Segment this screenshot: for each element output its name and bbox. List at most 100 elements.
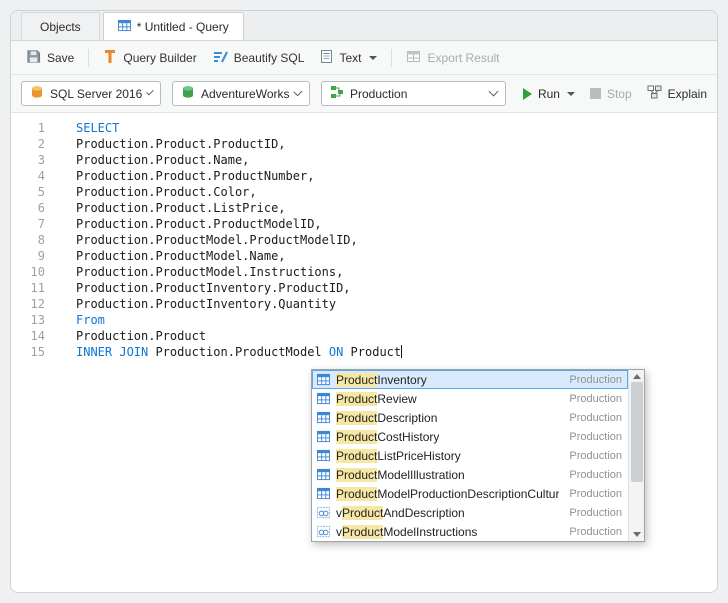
connection-select[interactable]: SQL Server 2016 — [21, 81, 161, 106]
query-builder-button[interactable]: Query Builder — [96, 45, 203, 71]
tab-objects-label: Objects — [40, 20, 81, 34]
code-line[interactable]: Production.ProductModel.Name, — [76, 248, 402, 264]
save-label: Save — [47, 51, 74, 65]
code-line[interactable]: Production.Product.ListPrice, — [76, 200, 402, 216]
query-builder-icon — [103, 49, 117, 67]
save-icon — [26, 49, 41, 67]
code-line[interactable]: Production.Product.Color, — [76, 184, 402, 200]
autocomplete-popup: ProductInventoryProductionProductReviewP… — [311, 369, 645, 542]
scroll-thumb[interactable] — [631, 382, 643, 482]
code-line[interactable]: Production.Product — [76, 328, 402, 344]
sql-keyword: From — [76, 313, 105, 327]
sql-text: Production.Product.ProductNumber, — [76, 169, 314, 183]
view-icon — [317, 525, 330, 538]
autocomplete-item-name: ProductModelProductionDescriptionCulture — [336, 487, 559, 501]
sql-keyword: SELECT — [76, 121, 119, 135]
autocomplete-item-name: ProductInventory — [336, 373, 427, 387]
schema-select[interactable]: Production — [321, 81, 506, 106]
match-highlight: Product — [336, 373, 377, 387]
line-number: 5 — [11, 184, 45, 200]
explain-icon — [647, 85, 662, 102]
tab-objects[interactable]: Objects — [21, 12, 100, 40]
run-button[interactable]: Run — [523, 87, 575, 101]
sql-text: Product — [343, 345, 401, 359]
sql-text: Production.ProductModel — [148, 345, 329, 359]
line-number: 6 — [11, 200, 45, 216]
autocomplete-item[interactable]: ProductCostHistoryProduction — [312, 427, 628, 446]
autocomplete-item-name: ProductReview — [336, 392, 417, 406]
sql-keyword: ON — [329, 345, 343, 359]
export-result-button: Export Result — [399, 45, 506, 71]
connection-bar: SQL Server 2016 AdventureWorks Productio… — [11, 75, 717, 113]
code-line[interactable]: Production.Product.ProductID, — [76, 136, 402, 152]
autocomplete-item[interactable]: ProductInventoryProduction — [312, 370, 628, 389]
line-number: 1 — [11, 120, 45, 136]
autocomplete-item[interactable]: vProductAndDescriptionProduction — [312, 503, 628, 522]
autocomplete-item[interactable]: ProductListPriceHistoryProduction — [312, 446, 628, 465]
match-highlight: Product — [336, 449, 377, 463]
sql-text: Production.ProductModel.Name, — [76, 249, 286, 263]
autocomplete-item[interactable]: ProductReviewProduction — [312, 389, 628, 408]
connection-select-value: SQL Server 2016 — [50, 87, 142, 101]
sql-text: Production.ProductInventory.Quantity — [76, 297, 336, 311]
beautify-sql-button[interactable]: Beautify SQL — [206, 45, 312, 71]
line-number: 12 — [11, 296, 45, 312]
line-numbers: 123456789101112131415 — [11, 113, 63, 592]
autocomplete-scrollbar[interactable] — [628, 370, 644, 541]
database-select[interactable]: AdventureWorks — [172, 81, 310, 106]
code-line[interactable]: SELECT — [76, 120, 402, 136]
code-line[interactable]: Production.ProductInventory.Quantity — [76, 296, 402, 312]
sql-text: Production.ProductModel.Instructions, — [76, 265, 343, 279]
autocomplete-item[interactable]: ProductDescriptionProduction — [312, 408, 628, 427]
code-line[interactable]: Production.Product.ProductNumber, — [76, 168, 402, 184]
code-line[interactable]: Production.ProductModel.ProductModelID, — [76, 232, 402, 248]
autocomplete-item-name: vProductModelInstructions — [336, 525, 477, 539]
table-icon — [317, 468, 330, 481]
line-number: 3 — [11, 152, 45, 168]
scroll-track[interactable] — [631, 382, 643, 529]
match-highlight: Product — [336, 468, 377, 482]
schema-icon — [330, 85, 344, 102]
chevron-down-icon — [488, 87, 498, 97]
tab-bar: Objects * Untitled - Query — [11, 11, 717, 41]
query-builder-label: Query Builder — [123, 51, 196, 65]
match-highlight: Product — [336, 411, 377, 425]
code-line[interactable]: INNER JOIN Production.ProductModel ON Pr… — [76, 344, 402, 360]
table-icon — [118, 19, 131, 35]
table-icon — [317, 411, 330, 424]
line-number: 7 — [11, 216, 45, 232]
toolbar: Save Query Builder Beautify SQL Text — [11, 41, 717, 75]
explain-button[interactable]: Explain — [647, 85, 707, 102]
stop-icon — [590, 88, 601, 99]
stop-label: Stop — [607, 87, 632, 101]
scroll-up-arrow-icon[interactable] — [633, 374, 641, 379]
text-document-icon — [320, 49, 333, 67]
sql-text: Production.Product.ProductID, — [76, 137, 286, 151]
chevron-down-icon — [369, 56, 377, 60]
autocomplete-item[interactable]: ProductModelIllustrationProduction — [312, 465, 628, 484]
save-button[interactable]: Save — [19, 45, 81, 71]
line-number: 2 — [11, 136, 45, 152]
text-view-label: Text — [339, 51, 361, 65]
code-line[interactable]: Production.ProductModel.Instructions, — [76, 264, 402, 280]
scroll-down-arrow-icon[interactable] — [633, 532, 641, 537]
separator — [391, 49, 392, 67]
autocomplete-item-name: ProductDescription — [336, 411, 437, 425]
text-view-button[interactable]: Text — [313, 45, 384, 71]
separator — [88, 49, 89, 67]
code-line[interactable]: Production.ProductInventory.ProductID, — [76, 280, 402, 296]
chevron-down-icon — [146, 88, 154, 96]
code-line[interactable]: From — [76, 312, 402, 328]
server-icon — [30, 85, 44, 102]
code-line[interactable]: Production.Product.Name, — [76, 152, 402, 168]
code-line[interactable]: Production.Product.ProductModelID, — [76, 216, 402, 232]
sql-keyword: INNER JOIN — [76, 345, 148, 359]
autocomplete-item[interactable]: vProductModelInstructionsProduction — [312, 522, 628, 541]
line-number: 4 — [11, 168, 45, 184]
match-highlight: Product — [336, 392, 377, 406]
sql-text: Production.ProductInventory.ProductID, — [76, 281, 351, 295]
sql-text: Production.Product — [76, 329, 206, 343]
autocomplete-item[interactable]: ProductModelProductionDescriptionCulture… — [312, 484, 628, 503]
tab-query[interactable]: * Untitled - Query — [103, 12, 244, 40]
database-icon — [181, 85, 195, 102]
